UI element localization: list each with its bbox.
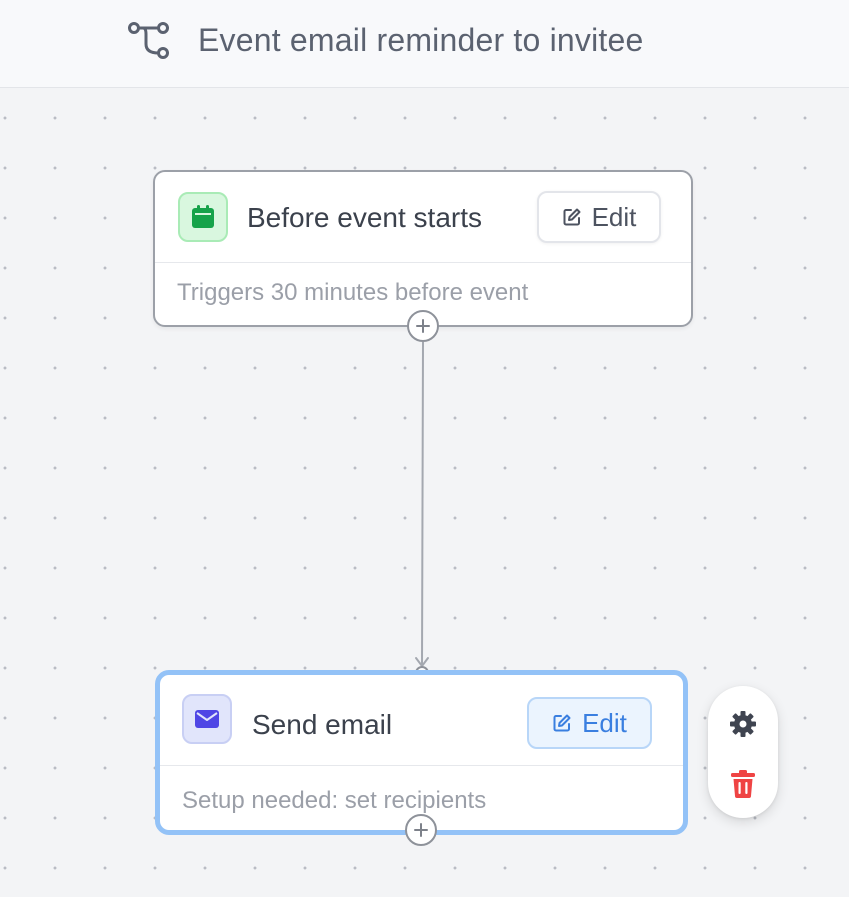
edit-label: Edit xyxy=(582,707,627,738)
send-email-description: Setup needed: set recipients xyxy=(182,787,487,814)
send-email-node[interactable]: Send email Edit Setup needed: set recipi… xyxy=(155,670,688,835)
gear-icon xyxy=(730,711,756,737)
edit-label: Edit xyxy=(591,201,637,232)
settings-button[interactable] xyxy=(725,706,761,742)
plus-icon xyxy=(414,823,428,837)
plus-icon xyxy=(416,319,430,333)
workflow-header: Event email reminder to invitee xyxy=(0,0,849,88)
edit-icon xyxy=(553,714,571,732)
add-step-after-trigger-button[interactable] xyxy=(407,310,439,342)
trigger-node-header: Before event starts Edit xyxy=(155,172,691,263)
calendar-icon xyxy=(178,192,228,242)
trigger-node[interactable]: Before event starts Edit Triggers 30 min… xyxy=(153,170,693,327)
workflow-branch-icon xyxy=(128,22,169,59)
send-email-edit-button[interactable]: Edit xyxy=(527,697,652,749)
add-step-after-send-email-button[interactable] xyxy=(405,814,437,846)
page-title: Event email reminder to invitee xyxy=(198,22,644,58)
trigger-description: Triggers 30 minutes before event xyxy=(177,279,529,306)
mail-icon xyxy=(182,694,232,744)
trigger-edit-button[interactable]: Edit xyxy=(537,191,661,243)
send-email-title: Send email xyxy=(252,709,393,740)
node-action-toolbar xyxy=(708,686,778,818)
trash-icon xyxy=(731,770,755,798)
edit-icon xyxy=(563,208,581,226)
trigger-title: Before event starts xyxy=(247,202,483,233)
delete-button[interactable] xyxy=(725,766,761,802)
send-email-node-header: Send email Edit xyxy=(160,675,683,766)
